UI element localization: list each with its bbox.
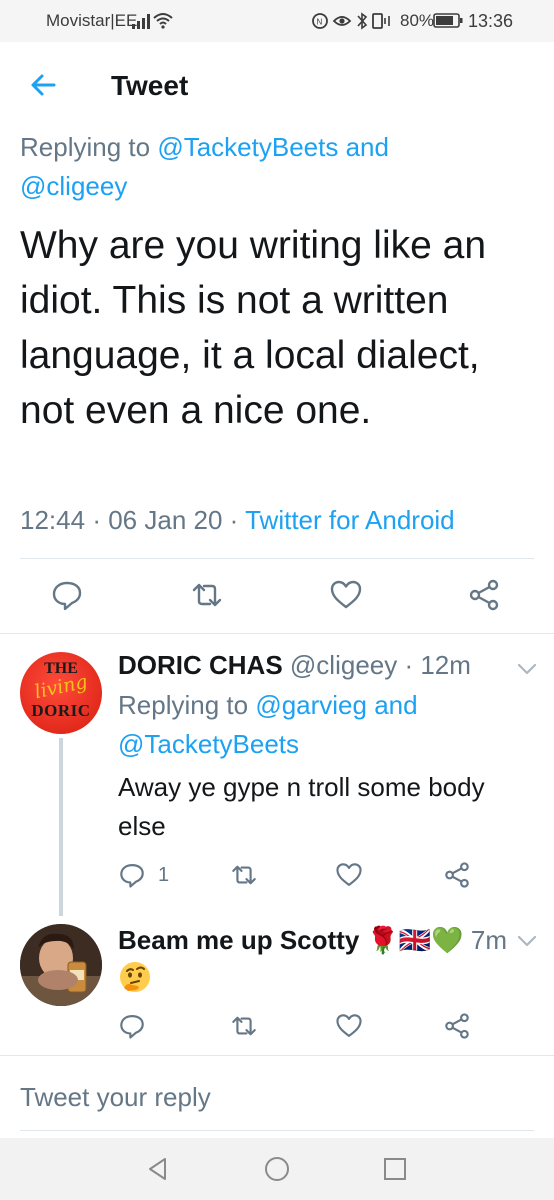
reply-author[interactable]: Beam me up Scotty 🌹🇬🇧💚 7m xyxy=(118,925,507,956)
tweet-source[interactable]: Twitter for Android xyxy=(245,505,455,535)
nav-home-icon[interactable] xyxy=(264,1156,290,1182)
mention-link[interactable]: @TacketyBeets xyxy=(157,132,338,162)
heart-icon[interactable] xyxy=(329,578,363,612)
reply-actions: 1 xyxy=(118,861,518,891)
status-bar: Movistar|EE N 80% 13:36 xyxy=(0,0,554,42)
divider xyxy=(20,558,534,559)
tweet-text: Why are you writing like an idiot. This … xyxy=(20,224,487,432)
reply-text: Away ye gype n troll some body else xyxy=(118,772,485,841)
arrow-left-icon[interactable] xyxy=(28,70,58,100)
comment-icon[interactable] xyxy=(118,1012,146,1040)
signal-icon xyxy=(132,14,150,29)
retweet-icon[interactable] xyxy=(190,578,224,612)
retweet-icon[interactable] xyxy=(230,1012,258,1040)
heart-icon[interactable] xyxy=(335,861,363,889)
nav-back-icon[interactable] xyxy=(145,1156,171,1182)
share-icon[interactable] xyxy=(443,861,471,889)
android-nav-bar xyxy=(0,1138,554,1200)
mention-link[interactable]: @garvieg xyxy=(255,690,367,720)
comment-icon[interactable] xyxy=(50,578,84,612)
clock: 13:36 xyxy=(468,11,514,31)
reply-count: 1 xyxy=(158,864,170,886)
mention-link[interactable]: @TacketyBeets xyxy=(118,729,299,759)
display-name: Beam me up Scotty xyxy=(118,925,360,955)
meta-separator: · xyxy=(92,505,101,535)
reply-actions xyxy=(118,1012,518,1042)
tweet-time: 12:44 xyxy=(20,505,86,535)
system-status-icons: N xyxy=(312,12,390,30)
name-emojis: 🌹🇬🇧💚 xyxy=(366,925,464,955)
battery-percent: 80% xyxy=(400,11,435,30)
page-title: Tweet xyxy=(111,70,189,101)
tweet-meta: 12:44 · 06 Jan 20 · Twitter for Android xyxy=(20,505,455,536)
mention-link[interactable]: @cligeey xyxy=(20,171,127,201)
tweet-date: 06 Jan 20 xyxy=(108,505,223,535)
divider xyxy=(0,1055,554,1056)
reply-author[interactable]: DORIC CHAS @cligeey · 12m xyxy=(118,650,471,681)
heart-icon[interactable] xyxy=(335,1012,363,1040)
thread-line xyxy=(59,738,63,916)
battery-icon xyxy=(433,13,463,28)
replying-to: Replying to @garvieg and @TacketyBeets xyxy=(118,686,528,764)
tweet-age: · 12m xyxy=(404,650,471,680)
chevron-down-icon[interactable] xyxy=(516,934,538,948)
display-name: DORIC CHAS xyxy=(118,650,283,680)
avatar-text: DORIC xyxy=(31,701,91,720)
wifi-icon xyxy=(153,13,173,29)
divider xyxy=(20,1130,534,1131)
share-icon[interactable] xyxy=(467,578,501,612)
tweet-actions xyxy=(0,578,554,618)
share-icon[interactable] xyxy=(443,1012,471,1040)
tweet-age: 7m xyxy=(470,925,508,955)
replying-label: Replying to xyxy=(20,132,151,162)
comment-icon[interactable] xyxy=(118,861,146,889)
svg-text:N: N xyxy=(317,18,323,27)
reply-compose-input[interactable]: Tweet your reply xyxy=(20,1082,530,1122)
app-header: Tweet xyxy=(0,42,554,130)
replying-to: Replying to @TacketyBeets and @cligeey xyxy=(20,128,540,206)
nav-recents-icon[interactable] xyxy=(382,1156,408,1182)
divider xyxy=(0,633,554,634)
retweet-icon[interactable] xyxy=(230,861,258,889)
user-handle: @cligeey xyxy=(289,650,398,680)
carrier-name: Movistar|EE xyxy=(46,11,138,30)
chevron-down-icon[interactable] xyxy=(516,662,538,676)
avatar[interactable] xyxy=(20,924,102,1006)
avatar[interactable]: THE living DORIC xyxy=(20,652,102,734)
replying-and[interactable]: and xyxy=(346,132,389,162)
thinking-face-icon xyxy=(120,962,150,992)
meta-separator: · xyxy=(229,505,239,535)
replying-label: Replying to xyxy=(118,690,249,720)
replying-and[interactable]: and xyxy=(374,690,417,720)
